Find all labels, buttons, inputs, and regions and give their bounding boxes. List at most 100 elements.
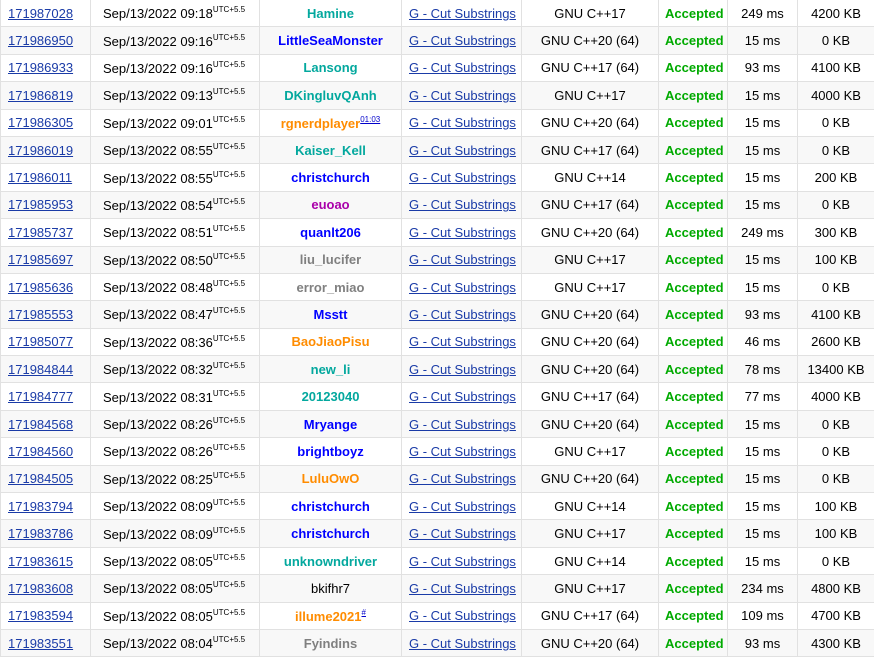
submission-time: Sep/13/2022 08:54	[103, 197, 213, 213]
problem-link[interactable]: G - Cut Substrings	[409, 143, 516, 158]
problem-link[interactable]: G - Cut Substrings	[409, 471, 516, 486]
problem-link[interactable]: G - Cut Substrings	[409, 6, 516, 21]
table-row: 171984568 Sep/13/2022 08:26UTC+5.5 Mryange…	[0, 409, 874, 439]
submission-time-cell: Sep/13/2022 08:05UTC+5.5	[90, 574, 260, 603]
party-name[interactable]: LittleSeaMonster	[278, 33, 383, 48]
party-name[interactable]: Lansong	[303, 60, 357, 75]
party-name[interactable]: brightboyz	[297, 444, 363, 459]
party-name[interactable]: Kaiser_Kell	[295, 143, 366, 158]
party-name[interactable]: 20123040	[302, 389, 360, 404]
submission-id-link[interactable]: 171984777	[8, 389, 73, 404]
submission-time: Sep/13/2022 08:05	[103, 608, 213, 624]
submission-id-cell: 171983594	[0, 601, 91, 630]
party-name[interactable]: Hamine	[307, 6, 354, 21]
problem-link[interactable]: G - Cut Substrings	[409, 499, 516, 514]
party-name[interactable]: bkifhr7	[311, 581, 350, 596]
problem-cell: G - Cut Substrings	[401, 53, 522, 83]
problem-link[interactable]: G - Cut Substrings	[409, 170, 516, 185]
problem-link[interactable]: G - Cut Substrings	[409, 608, 516, 623]
submission-id-link[interactable]: 171986950	[8, 33, 73, 48]
submission-time: Sep/13/2022 08:51	[103, 225, 213, 241]
submission-id-link[interactable]: 171984844	[8, 362, 73, 377]
submission-id-link[interactable]: 171983551	[8, 636, 73, 651]
party-name[interactable]: christchurch	[291, 526, 370, 541]
problem-link[interactable]: G - Cut Substrings	[409, 225, 516, 240]
time-used-cell: 15 ms	[727, 464, 798, 494]
problem-link[interactable]: G - Cut Substrings	[409, 554, 516, 569]
timezone-label: UTC+5.5	[212, 196, 246, 206]
memory-cell: 0 KB	[797, 464, 874, 494]
language-cell: GNU C++14	[521, 492, 659, 521]
submission-id-link[interactable]: 171986819	[8, 88, 73, 103]
problem-cell: G - Cut Substrings	[401, 0, 522, 28]
problem-link[interactable]: G - Cut Substrings	[409, 417, 516, 432]
party-name[interactable]: Mryange	[304, 417, 357, 432]
party-name[interactable]: new_li	[311, 362, 351, 377]
problem-link[interactable]: G - Cut Substrings	[409, 307, 516, 322]
party-name[interactable]: quanlt206	[300, 225, 361, 240]
party-cell: Mryange	[259, 409, 402, 439]
submission-id-link[interactable]: 171985737	[8, 225, 73, 240]
submission-id-link[interactable]: 171986011	[8, 170, 72, 185]
party-name[interactable]: illume2021	[295, 609, 362, 624]
submission-id-link[interactable]: 171986933	[8, 60, 73, 75]
submission-id-link[interactable]: 171985953	[8, 197, 73, 212]
party-name[interactable]: euoao	[311, 197, 349, 212]
party-name[interactable]: rgnerdplayer	[281, 116, 360, 131]
submission-id-link[interactable]: 171985553	[8, 307, 73, 322]
party-name[interactable]: DKingluvQAnh	[284, 88, 376, 103]
problem-link[interactable]: G - Cut Substrings	[409, 444, 516, 459]
verdict-cell: Accepted	[658, 601, 728, 630]
party-name[interactable]: error_miao	[297, 280, 365, 295]
problem-link[interactable]: G - Cut Substrings	[409, 362, 516, 377]
submission-id-cell: 171983786	[0, 519, 91, 548]
submission-id-link[interactable]: 171984560	[8, 444, 73, 459]
problem-link[interactable]: G - Cut Substrings	[409, 389, 516, 404]
problem-link[interactable]: G - Cut Substrings	[409, 280, 516, 295]
party-name[interactable]: liu_lucifer	[300, 252, 361, 267]
problem-link[interactable]: G - Cut Substrings	[409, 252, 516, 267]
submission-time-cell: Sep/13/2022 08:05UTC+5.5	[90, 601, 260, 630]
party-name[interactable]: Fyindins	[304, 636, 357, 651]
verdict-cell: Accepted	[658, 272, 728, 302]
problem-link[interactable]: G - Cut Substrings	[409, 581, 516, 596]
submission-id-link[interactable]: 171983615	[8, 554, 73, 569]
submission-id-link[interactable]: 171983794	[8, 499, 73, 514]
table-row: 171985697 Sep/13/2022 08:50UTC+5.5 liu_luc…	[0, 245, 874, 274]
party-name[interactable]: LuluOwO	[302, 471, 360, 486]
party-name[interactable]: christchurch	[291, 499, 370, 514]
problem-cell: G - Cut Substrings	[401, 492, 522, 521]
problem-link[interactable]: G - Cut Substrings	[409, 334, 516, 349]
timezone-label: UTC+5.5	[212, 553, 246, 562]
submission-id-link[interactable]: 171984505	[8, 471, 73, 486]
timezone-label: UTC+5.5	[212, 443, 246, 453]
submission-id-link[interactable]: 171983786	[8, 526, 73, 541]
submission-id-link[interactable]: 171985697	[8, 252, 73, 267]
party-name[interactable]: Msstt	[314, 307, 348, 322]
party-name[interactable]: christchurch	[291, 170, 370, 185]
submission-id-cell: 171983551	[0, 628, 91, 657]
submission-id-link[interactable]: 171985077	[8, 334, 73, 349]
problem-link[interactable]: G - Cut Substrings	[409, 636, 516, 651]
problem-link[interactable]: G - Cut Substrings	[409, 88, 516, 103]
table-row: 171983615 Sep/13/2022 08:05UTC+5.5 unknown…	[0, 546, 874, 576]
party-cell: brightboyz	[259, 437, 402, 466]
party-name[interactable]: unknowndriver	[284, 554, 377, 569]
problem-cell: G - Cut Substrings	[401, 519, 522, 548]
submission-id-link[interactable]: 171987028	[8, 6, 73, 21]
party-name[interactable]: BaoJiaoPisu	[291, 334, 369, 349]
problem-link[interactable]: G - Cut Substrings	[409, 60, 516, 75]
party-superscript[interactable]: #	[362, 608, 366, 617]
problem-link[interactable]: G - Cut Substrings	[409, 33, 516, 48]
problem-link[interactable]: G - Cut Substrings	[409, 197, 516, 212]
timezone-label: UTC+5.5	[212, 87, 246, 97]
submission-id-link[interactable]: 171985636	[8, 280, 73, 295]
submission-id-link[interactable]: 171983594	[8, 608, 73, 623]
submission-id-link[interactable]: 171986305	[8, 115, 73, 130]
party-superscript[interactable]: 01:03	[360, 115, 380, 124]
submission-id-link[interactable]: 171986019	[8, 143, 73, 158]
submission-id-link[interactable]: 171983608	[8, 581, 73, 596]
submission-id-link[interactable]: 171984568	[8, 417, 73, 432]
problem-link[interactable]: G - Cut Substrings	[409, 526, 516, 541]
problem-link[interactable]: G - Cut Substrings	[409, 115, 516, 130]
